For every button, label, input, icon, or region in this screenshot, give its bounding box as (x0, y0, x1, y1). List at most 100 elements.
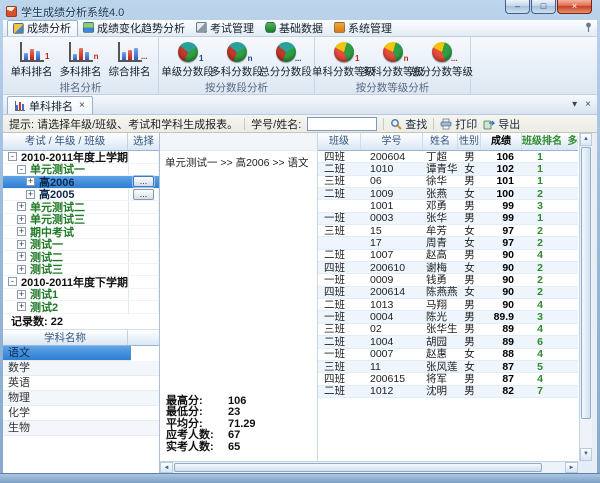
browse-button[interactable]: ... (133, 189, 154, 200)
pin-icon[interactable] (584, 22, 593, 33)
minimize-button[interactable]: – (505, 0, 530, 14)
table-row[interactable]: 一班0004陈光男89.93 (318, 311, 578, 323)
table-row[interactable]: 二班1010谭青华女1021 (318, 163, 578, 175)
column-header-2[interactable]: 姓名 (423, 133, 458, 150)
table-row[interactable]: 一班0007赵惠女884 (318, 349, 578, 361)
tree-header-main[interactable]: 考试 / 年级 / 班级 (3, 133, 128, 150)
table-row[interactable]: 四班200604丁超男1061 (318, 151, 578, 163)
table-row[interactable]: 二班1013马翔男904 (318, 299, 578, 311)
expander-icon[interactable]: + (17, 227, 26, 236)
subject-row[interactable]: 化学 (3, 406, 159, 421)
table-row[interactable]: 一班0009钱勇男902 (318, 274, 578, 286)
table-row[interactable]: 三班02张华生男894 (318, 324, 578, 336)
tab-list-dropdown-icon[interactable]: ▾ (572, 99, 577, 110)
scroll-up-icon[interactable]: ▲ (580, 133, 592, 146)
close-button[interactable]: × (557, 0, 592, 14)
cell: 张风莲 (423, 361, 458, 373)
tree-item[interactable]: +单元测试三 (3, 214, 159, 227)
bar-chart-multi-button[interactable]: n多科排名 (56, 39, 105, 80)
expander-icon[interactable]: - (8, 152, 17, 161)
search-input[interactable] (307, 117, 377, 131)
print-button[interactable]: 打印 (440, 116, 477, 132)
cell: 02 (361, 323, 423, 335)
expander-icon[interactable]: + (17, 302, 26, 311)
vertical-scrollbar[interactable]: ▲ ▼ (579, 133, 592, 461)
bar-chart-total-button[interactable]: ...综合排名 (105, 39, 154, 80)
expander-icon[interactable]: + (17, 252, 26, 261)
export-button[interactable]: 导出 (483, 116, 520, 132)
column-header-1[interactable]: 学号 (361, 133, 423, 150)
tree-item[interactable]: -2010-2011年度下学期 (3, 276, 159, 289)
subject-row[interactable]: 英语 (3, 376, 159, 391)
cell: 89.9 (481, 311, 522, 323)
column-header-3[interactable]: 性别 (458, 133, 481, 150)
close-all-tabs-icon[interactable]: × (585, 99, 591, 110)
browse-button[interactable]: ... (133, 176, 154, 187)
table-row[interactable]: 三班06徐华男1011 (318, 176, 578, 188)
tree-item[interactable]: -单元测试一 (3, 164, 159, 177)
tree-item[interactable]: +测试2 (3, 301, 159, 314)
expander-icon[interactable]: - (17, 165, 26, 174)
expander-icon[interactable]: + (26, 177, 35, 186)
table-row[interactable]: 三班11张风莲女875 (318, 361, 578, 373)
expander-icon[interactable]: + (17, 215, 26, 224)
tree-item[interactable]: +期中考试 (3, 226, 159, 239)
tree-item[interactable]: +测试二 (3, 251, 159, 264)
expander-icon[interactable]: + (17, 202, 26, 211)
menu-tab-1[interactable]: 成绩变化趋势分析 (78, 20, 191, 36)
doc-tab-single-rank[interactable]: 单科排名 × (7, 96, 93, 114)
table-row[interactable]: 二班1004胡园男896 (318, 336, 578, 348)
subject-header-label[interactable]: 学科名称 (3, 330, 128, 345)
cell: 女 (458, 348, 481, 360)
column-header-6[interactable]: 多科 (558, 133, 578, 150)
menu-tab-3[interactable]: 基础数据 (260, 20, 329, 36)
tree-item[interactable]: +高2006... (3, 176, 159, 189)
table-row[interactable]: 四班200614陈燕燕女902 (318, 287, 578, 299)
grade-pie-total-button[interactable]: ...总分分数等级 (417, 39, 466, 80)
cell: 1009 (361, 188, 423, 200)
horizontal-scrollbar[interactable]: ◄ ► (160, 461, 578, 473)
column-header-5[interactable]: 班级排名 (522, 133, 558, 150)
expander-icon[interactable]: + (17, 265, 26, 274)
horizontal-scroll-thumb[interactable] (174, 463, 542, 472)
vertical-scroll-thumb[interactable] (581, 147, 591, 419)
cell: 97 (481, 225, 522, 237)
table-row[interactable]: 三班15牟芳女972 (318, 225, 578, 237)
scroll-down-icon[interactable]: ▼ (580, 448, 592, 461)
table-row[interactable]: 1001邓勇男993 (318, 200, 578, 212)
expander-icon[interactable]: + (26, 190, 35, 199)
table-row[interactable]: 四班200610谢梅女902 (318, 262, 578, 274)
column-header-4[interactable]: 成绩 (481, 133, 522, 150)
subject-row[interactable]: 物理 (3, 391, 159, 406)
scroll-right-icon[interactable]: ► (565, 462, 578, 473)
cell: 4 (522, 348, 558, 360)
table-row[interactable]: 二班1012沈明男827 (318, 386, 578, 398)
expander-icon[interactable]: + (17, 240, 26, 249)
pie-chart-multi-button[interactable]: n多科分数段 (212, 39, 261, 80)
bar-chart-single-button[interactable]: 1单科排名 (7, 39, 56, 80)
tree-item[interactable]: +测试一 (3, 239, 159, 252)
panel-edge (592, 133, 597, 473)
table-row[interactable]: 一班0003张华男991 (318, 213, 578, 225)
pie-chart-single-button[interactable]: 1单级分数段 (163, 39, 212, 80)
menu-tab-0[interactable]: 成绩分析 (7, 20, 78, 36)
maximize-button[interactable]: □ (531, 0, 556, 14)
subject-row[interactable]: 数学 (3, 361, 159, 376)
tree-item[interactable]: +测试1 (3, 289, 159, 302)
table-row[interactable]: 四班200615将军男874 (318, 373, 578, 385)
find-button[interactable]: 查找 (390, 116, 427, 132)
subject-row[interactable]: 生物 (3, 421, 159, 436)
doc-tab-close-icon[interactable]: × (79, 100, 85, 111)
scroll-left-icon[interactable]: ◄ (160, 462, 173, 473)
subject-row[interactable]: 语文 (3, 346, 131, 361)
expander-icon[interactable]: + (17, 290, 26, 299)
table-row[interactable]: 二班1009张燕女1002 (318, 188, 578, 200)
menu-tab-2[interactable]: 考试管理 (191, 20, 260, 36)
menu-tab-4[interactable]: 系统管理 (329, 20, 398, 36)
table-row[interactable]: 17周青女972 (318, 237, 578, 249)
column-header-0[interactable]: 班级 (318, 133, 361, 150)
cell: 06 (361, 175, 423, 187)
table-row[interactable]: 二班1007赵高男904 (318, 250, 578, 262)
expander-icon[interactable]: - (8, 277, 17, 286)
pie-chart-total-button[interactable]: ...总分分数段 (261, 39, 310, 80)
